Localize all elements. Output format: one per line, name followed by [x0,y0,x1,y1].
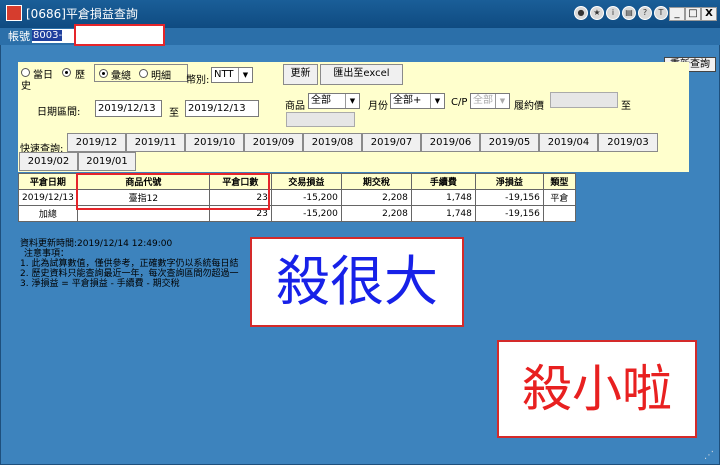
column-header[interactable]: 手續費 [410,173,476,190]
cp-label: C/P [451,97,468,108]
question-icon[interactable]: T [654,6,668,20]
strike-to-label: 至 [621,101,631,112]
account-redaction-box [74,24,165,46]
currency-label: 幣別: [186,75,210,86]
quick-month-button[interactable]: 2019/05 [480,133,539,152]
quick-month-button[interactable]: 2019/08 [303,133,362,152]
quick-month-button[interactable]: 2019/06 [421,133,480,152]
maximize-button[interactable]: □ [685,7,701,21]
date-to-label: 至 [169,108,179,119]
history-radio[interactable] [62,68,71,77]
product-code-input[interactable] [286,112,355,127]
cell-type: 平倉 [542,189,576,206]
cell-trade-pl: -15,200 [270,189,342,206]
today-label: 當日 [33,70,53,81]
cell-date: 2019/12/13 [18,189,78,206]
product-value: 全部 [311,95,331,106]
filter-panel: 當日 歷 史 彙總 明細 幣別: NTT ▼ 更新 匯出至excel 日期區間: … [18,62,689,172]
quick-month-button[interactable]: 2019/10 [185,133,244,152]
cp-value: 全部 [473,95,493,106]
currency-select[interactable]: NTT ▼ [211,67,253,83]
export-excel-button[interactable]: 匯出至excel [320,64,403,85]
chevron-down-icon: ▼ [345,94,359,108]
quick-month-button[interactable]: 2019/02 [19,152,78,171]
cell-tax: 2,208 [340,189,412,206]
date-range-label: 日期區間: [37,107,81,118]
account-field[interactable]: 8003-006 [32,29,80,43]
cell-total-fee: 1,748 [410,205,476,222]
close-button[interactable]: X [701,7,717,21]
strike-label: 履約價 [514,101,544,112]
cell-total-tax: 2,208 [340,205,412,222]
quick-month-button[interactable]: 2019/09 [244,133,303,152]
total-radio[interactable] [99,69,108,78]
account-label: 帳號 [8,30,30,43]
annotation-big: 殺很大 [250,237,464,327]
date-to-input[interactable]: 2019/12/13 [185,100,259,117]
cell-total-type [542,205,576,222]
strike-from-input[interactable] [550,92,618,108]
cell-total-label: 加總 [18,205,78,222]
window-title: [0686]平倉損益查詢 [6,5,138,23]
annotation-big-text: 殺很大 [276,250,438,313]
currency-value: NTT [214,69,234,80]
quick-month-button[interactable]: 2019/11 [126,133,185,152]
cp-select[interactable]: 全部 ▼ [470,93,510,109]
detail-label: 明細 [151,71,171,82]
user-icon[interactable]: ● [574,6,588,20]
cell-fee: 1,748 [410,189,476,206]
quick-month-button[interactable]: 2019/07 [362,133,421,152]
month-label: 月份 [368,101,388,112]
chevron-down-icon: ▼ [430,94,444,108]
resize-grip-icon[interactable]: ⋰ [704,450,716,462]
window-title-text: [0686]平倉損益查詢 [26,7,138,21]
chevron-down-icon: ▼ [238,68,252,82]
refresh-button[interactable]: 更新 [283,64,318,85]
month-value: 全部+ [393,95,422,106]
month-select[interactable]: 全部+ ▼ [390,93,445,109]
product-select[interactable]: 全部 ▼ [308,93,360,109]
help-icon[interactable]: ? [638,6,652,20]
detail-radio[interactable] [139,69,148,78]
history-label-2: 史 [21,81,31,92]
cell-net-pl: -19,156 [474,189,544,206]
today-radio[interactable] [21,68,30,77]
date-from-input[interactable]: 2019/12/13 [95,100,162,117]
quick-month-button[interactable]: 2019/12 [67,133,126,152]
app-icon [6,5,22,21]
column-header[interactable]: 平倉日期 [18,173,78,190]
account-value: 8003-006 [32,30,63,43]
column-header[interactable]: 類型 [542,173,576,190]
cell-total-net-pl: -19,156 [474,205,544,222]
cell-total-trade-pl: -15,200 [270,205,342,222]
note-line: 3. 淨損益 = 平倉損益 - 手續費 - 期交稅 [20,279,180,289]
info-icon[interactable]: i [606,6,620,20]
quick-month-button[interactable]: 2019/01 [78,152,136,171]
star-icon[interactable]: ★ [590,6,604,20]
highlight-box [76,173,270,210]
minimize-button[interactable]: _ [669,7,685,21]
quick-month-button[interactable]: 2019/04 [539,133,598,152]
print-icon[interactable]: ▤ [622,6,636,20]
total-label: 彙總 [111,71,131,82]
column-header[interactable]: 淨損益 [474,173,544,190]
history-label: 歷 [75,70,85,81]
column-header[interactable]: 交易損益 [270,173,342,190]
product-label: 商品 [285,101,305,112]
chevron-down-icon: ▼ [495,94,509,108]
quick-month-button[interactable]: 2019/03 [598,133,658,152]
annotation-small-text: 殺小啦 [522,360,672,418]
column-header[interactable]: 期交稅 [340,173,412,190]
annotation-small: 殺小啦 [497,340,697,438]
